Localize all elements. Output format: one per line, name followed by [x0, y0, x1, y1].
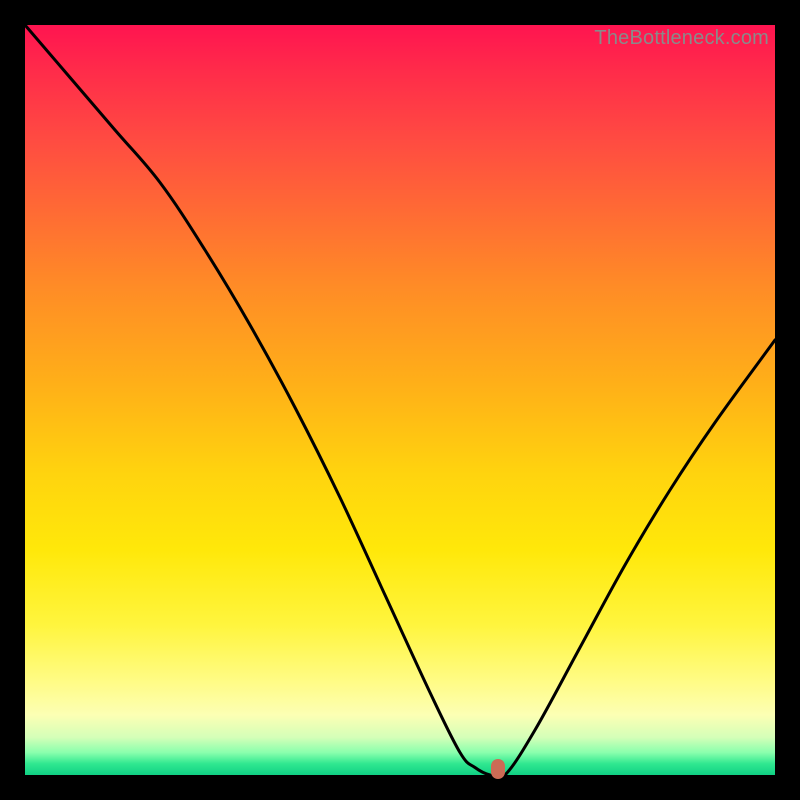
optimal-point-marker — [491, 759, 505, 779]
bottleneck-curve — [25, 25, 775, 775]
chart-plot-area: TheBottleneck.com — [25, 25, 775, 775]
chart-frame: TheBottleneck.com — [0, 0, 800, 800]
